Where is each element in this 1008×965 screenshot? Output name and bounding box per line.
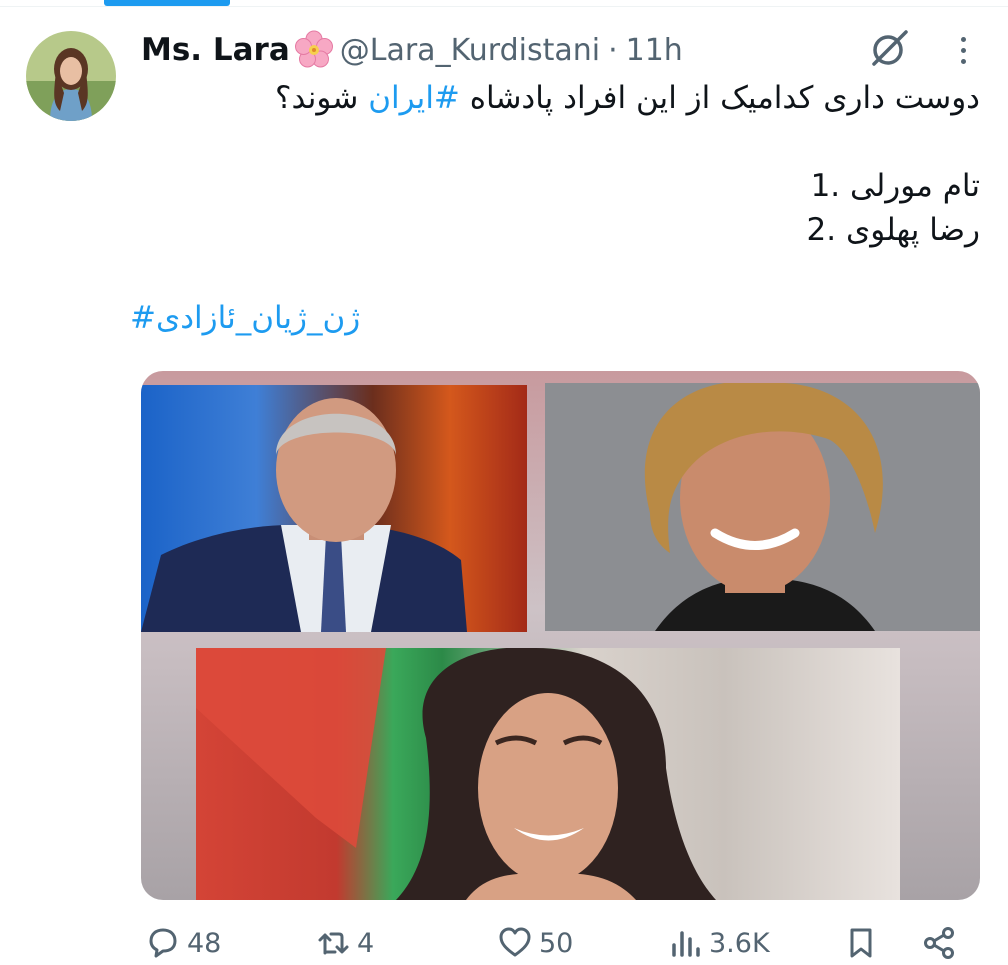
more-dots-icon[interactable] (948, 32, 978, 68)
author-handle[interactable]: @Lara_Kurdistani (340, 33, 600, 68)
photo-man-in-suit (141, 385, 527, 632)
cherry-blossom-icon (294, 30, 333, 68)
timestamp[interactable]: 11h (626, 33, 683, 68)
views-icon (672, 931, 700, 957)
tweet-line-1-start: دوست داری کدامیک از این افراد پادشاه (459, 80, 980, 116)
poll-option-2: 2. رضا پهلوی (806, 212, 981, 248)
hashtag-link-freedom[interactable]: ژن_ژیان_ئازادی# (130, 296, 980, 340)
photo-woman-with-flag (196, 648, 900, 900)
top-divider (0, 6, 1008, 7)
bookmark-button[interactable] (843, 925, 879, 961)
heart-icon (499, 927, 531, 957)
tweet-line-1-end: شوند؟ (275, 80, 369, 116)
views-button[interactable]: 3.6K (667, 925, 770, 961)
photo-curly-haired-man (545, 383, 980, 631)
repost-count: 4 (357, 927, 375, 959)
reply-count: 48 (187, 927, 222, 959)
tweet-actions: 48 4 50 3.6K (141, 925, 980, 965)
separator-dot: · (608, 32, 618, 68)
bookmark-icon (850, 928, 872, 958)
share-icon (924, 927, 954, 959)
avatar[interactable] (26, 31, 116, 121)
repost-button[interactable]: 4 (315, 925, 374, 961)
like-button[interactable]: 50 (497, 925, 573, 961)
grok-icon[interactable] (866, 24, 914, 72)
share-button[interactable] (921, 925, 957, 961)
repost-icon (318, 932, 349, 955)
author-name[interactable]: Ms. Lara (141, 32, 290, 68)
hashtag-link-iran[interactable]: #ایران (368, 80, 460, 116)
active-tab-indicator (104, 0, 230, 6)
tweet-image[interactable] (141, 371, 980, 900)
reply-icon (149, 928, 177, 958)
tweet-header: Ms. Lara @Lara_Kurdistani · 11h (141, 28, 683, 72)
tweet-line-1: دوست داری کدامیک از این افراد پادشاه #ای… (130, 76, 980, 120)
tweet-text: دوست داری کدامیک از این افراد پادشاه #ای… (130, 76, 980, 340)
poll-option-1: 1. تام مورلی (810, 168, 980, 204)
reply-button[interactable]: 48 (145, 925, 221, 961)
like-count: 50 (539, 927, 574, 959)
views-count: 3.6K (709, 927, 770, 959)
